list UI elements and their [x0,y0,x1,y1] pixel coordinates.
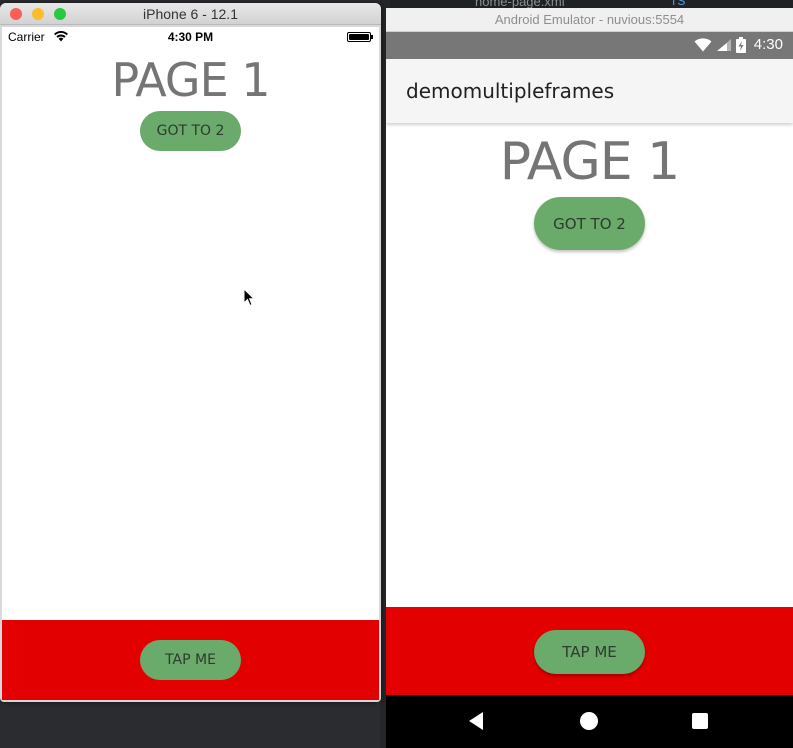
ios-screen: Carrier 4:30 PM PAGE 1 GOT TO 2 TAP ME [2,27,379,700]
battery-charging-icon [735,36,746,53]
android-emulator-window: Android Emulator - nuvious:5554 4:30 dem… [386,8,793,748]
android-navigation-bar [386,695,793,748]
editor-ts-label: TS [670,0,686,8]
home-icon[interactable] [580,712,598,730]
ios-simulator-window: iPhone 6 - 12.1 Carrier 4:30 PM PAGE 1 G… [0,3,381,702]
android-goto-page-2-button[interactable]: GOT TO 2 [534,197,645,250]
android-window-titlebar[interactable]: Android Emulator - nuvious:5554 [386,8,793,32]
ios-footer-bar: TAP ME [2,620,379,700]
ios-page-heading: PAGE 1 [111,53,270,107]
ios-status-time: 4:30 PM [167,30,214,44]
cell-signal-icon [716,38,731,51]
android-page-heading: PAGE 1 [499,132,680,192]
mouse-cursor-icon [243,288,255,307]
android-window-title: Android Emulator - nuvious:5554 [494,12,685,27]
android-tap-me-button[interactable]: TAP ME [534,630,645,674]
android-action-bar: demomultipleframes [386,59,793,123]
ios-window-titlebar[interactable]: iPhone 6 - 12.1 [0,3,381,25]
ios-window-title: iPhone 6 - 12.1 [143,6,238,22]
ios-status-bar: Carrier 4:30 PM [2,27,379,47]
recent-apps-icon[interactable] [692,713,708,729]
back-icon[interactable] [468,711,484,731]
ios-goto-page-2-button[interactable]: GOT TO 2 [140,111,241,151]
ios-tap-me-button[interactable]: TAP ME [140,640,241,680]
app-title: demomultipleframes [406,79,615,103]
battery-icon [347,32,373,42]
android-footer-bar: TAP ME [386,607,793,695]
wifi-icon [694,37,712,51]
android-status-bar: 4:30 [386,32,793,59]
android-status-time: 4:30 [753,36,783,53]
